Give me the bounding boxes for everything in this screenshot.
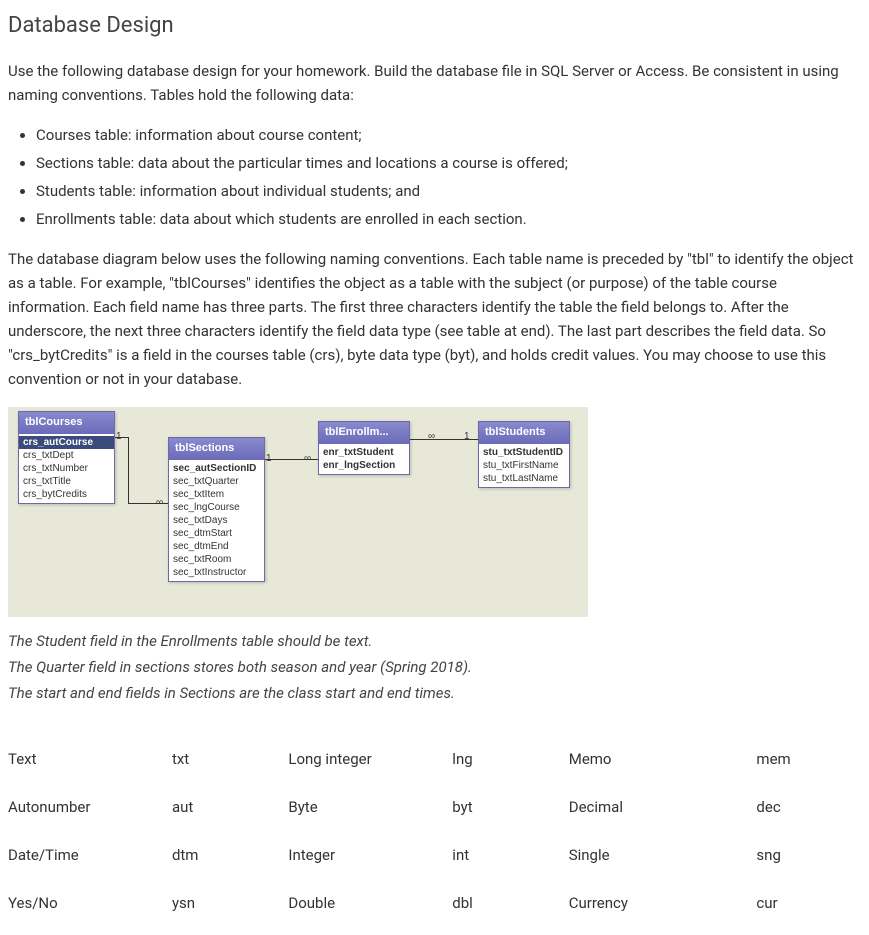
- table-cell: Long integer: [288, 735, 452, 783]
- db-field: stu_txtStudentID: [479, 446, 569, 459]
- table-cell: txt: [172, 735, 288, 783]
- relationship-label: 1: [116, 429, 122, 445]
- table-cell: Byte: [288, 783, 452, 831]
- relationship-label: ∞: [428, 429, 435, 445]
- db-field: crs_autCourse: [19, 436, 114, 449]
- db-field: sec_autSectionID: [169, 462, 264, 475]
- table-cell: dec: [756, 783, 861, 831]
- list-item: Enrollments table: data about which stud…: [36, 207, 861, 231]
- table-cell: Currency: [569, 879, 757, 927]
- db-field: enr_txtStudent: [319, 446, 409, 459]
- datatype-table: TexttxtLong integerlngMemomemAutonumbera…: [8, 735, 861, 927]
- table-cell: Date/Time: [8, 831, 172, 879]
- table-cell: Decimal: [569, 783, 757, 831]
- note-line: The start and end fields in Sections are…: [8, 681, 861, 705]
- db-field: sec_txtItem: [169, 488, 264, 501]
- table-cell: Memo: [569, 735, 757, 783]
- explanation-paragraph: The database diagram below uses the foll…: [8, 247, 861, 391]
- db-field: sec_dtmStart: [169, 527, 264, 540]
- table-cell: Text: [8, 735, 172, 783]
- database-diagram: tblCoursescrs_autCoursecrs_txtDeptcrs_tx…: [8, 407, 588, 617]
- table-cell: lng: [452, 735, 568, 783]
- db-table: tblEnrollm... enr_txtStudentenr_lngSectio…: [318, 421, 410, 475]
- table-cell: Autonumber: [8, 783, 172, 831]
- note-line: The Quarter field in sections stores bot…: [8, 655, 861, 679]
- list-item: Students table: information about indivi…: [36, 179, 861, 203]
- db-field: crs_bytCredits: [19, 488, 114, 501]
- relationship-label: 1: [464, 429, 470, 445]
- intro-paragraph: Use the following database design for yo…: [8, 59, 861, 107]
- tables-list: Courses table: information about course …: [8, 123, 861, 231]
- table-cell: byt: [452, 783, 568, 831]
- db-table: tblCoursescrs_autCoursecrs_txtDeptcrs_tx…: [18, 411, 115, 504]
- db-field: sec_txtDays: [169, 514, 264, 527]
- list-item: Sections table: data about the particula…: [36, 151, 861, 175]
- table-cell: dbl: [452, 879, 568, 927]
- table-cell: int: [452, 831, 568, 879]
- db-field: sec_txtInstructor: [169, 566, 264, 579]
- db-table-header: tblStudents: [479, 422, 569, 444]
- table-cell: dtm: [172, 831, 288, 879]
- page-title: Database Design: [8, 8, 861, 43]
- relationship-label: 1: [266, 451, 272, 467]
- list-item: Courses table: information about course …: [36, 123, 861, 147]
- db-field: sec_txtQuarter: [169, 475, 264, 488]
- table-cell: ysn: [172, 879, 288, 927]
- db-field: stu_txtLastName: [479, 472, 569, 485]
- relationship-label: ∞: [156, 495, 163, 511]
- table-row: Date/TimedtmIntegerintSinglesng: [8, 831, 861, 879]
- db-table: tblSections sec_autSectionIDsec_txtQuarte…: [168, 437, 265, 582]
- table-cell: Integer: [288, 831, 452, 879]
- table-cell: mem: [756, 735, 861, 783]
- table-cell: Double: [288, 879, 452, 927]
- table-row: Yes/NoysnDoubledblCurrencycur: [8, 879, 861, 927]
- db-field: sec_txtRoom: [169, 553, 264, 566]
- table-row: AutonumberautBytebytDecimaldec: [8, 783, 861, 831]
- db-table-header: tblEnrollm...: [319, 422, 409, 444]
- db-table: tblStudents stu_txtStudentIDstu_txtFirstN…: [478, 421, 570, 488]
- table-cell: cur: [756, 879, 861, 927]
- db-table-header: tblCourses: [19, 412, 114, 434]
- db-table-header: tblSections: [169, 438, 264, 460]
- db-field: stu_txtFirstName: [479, 459, 569, 472]
- table-cell: aut: [172, 783, 288, 831]
- table-row: TexttxtLong integerlngMemomem: [8, 735, 861, 783]
- diagram-notes: The Student field in the Enrollments tab…: [8, 629, 861, 705]
- table-cell: Yes/No: [8, 879, 172, 927]
- note-line: The Student field in the Enrollments tab…: [8, 629, 861, 653]
- db-field: sec_lngCourse: [169, 501, 264, 514]
- db-field: enr_lngSection: [319, 459, 409, 472]
- db-field: crs_txtNumber: [19, 462, 114, 475]
- db-field: crs_txtDept: [19, 449, 114, 462]
- relationship-label: ∞: [304, 451, 311, 467]
- db-field: crs_txtTitle: [19, 475, 114, 488]
- table-cell: Single: [569, 831, 757, 879]
- db-field: sec_dtmEnd: [169, 540, 264, 553]
- table-cell: sng: [756, 831, 861, 879]
